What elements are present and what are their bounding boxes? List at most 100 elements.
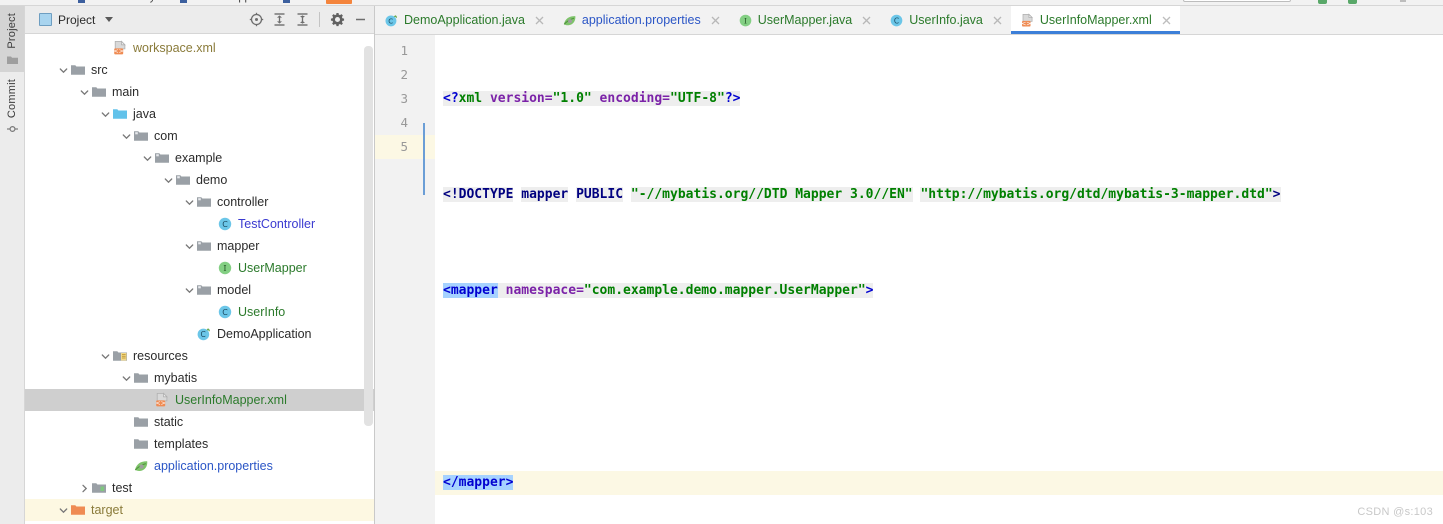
editor-tab-usermapper-java[interactable]: I UserMapper.java (729, 6, 881, 34)
editor-tab-label: UserInfoMapper.xml (1039, 13, 1152, 27)
folder-icon (133, 414, 149, 430)
tree-row-src[interactable]: src (25, 59, 374, 81)
breadcrumb[interactable]: demo src main resources mybatis UserInfo… (14, 0, 280, 3)
close-icon[interactable] (709, 14, 722, 27)
sidebar-item-project-label: Project (6, 13, 18, 49)
sidebar-item-project[interactable]: Project (0, 6, 24, 72)
editor-content[interactable]: 1 2 3 4 5 <?xml version="1.0" encoding="… (375, 35, 1443, 524)
tree-row-label: model (217, 283, 252, 297)
tree-row-resources[interactable]: resources (25, 345, 374, 367)
chevron-down-icon[interactable] (56, 499, 70, 521)
chevron-down-icon[interactable] (182, 235, 196, 257)
ide-window: demo src main resources mybatis UserInfo… (0, 0, 1443, 524)
project-panel-actions (246, 10, 370, 30)
java-interface-icon: I (217, 260, 233, 276)
tree-row-target[interactable]: target (25, 499, 374, 521)
token-version-attr: version= (482, 91, 553, 106)
chevron-down-icon[interactable] (182, 191, 196, 213)
gear-icon[interactable] (327, 10, 347, 30)
commit-icon (6, 123, 19, 135)
token-doctype-gt: > (1272, 187, 1281, 202)
chevron-right-icon[interactable] (77, 477, 91, 499)
locate-file-button[interactable] (246, 10, 266, 30)
xml-file-icon: <> (112, 40, 128, 56)
package-icon (175, 172, 191, 188)
tree-row-model[interactable]: model (25, 279, 374, 301)
tree-row-label: DemoApplication (217, 327, 312, 341)
chevron-down-icon[interactable] (161, 169, 175, 191)
chevron-down-icon[interactable] (56, 59, 70, 81)
editor-gutter[interactable]: 1 2 3 4 5 (375, 35, 435, 524)
sidebar-item-commit[interactable]: Commit (0, 72, 24, 141)
editor-tab-application-properties[interactable]: application.properties (553, 6, 729, 34)
close-icon[interactable] (860, 14, 873, 27)
tree-scrollbar-thumb[interactable] (364, 46, 373, 426)
tree-row-workspace-xml[interactable]: <> workspace.xml (25, 37, 374, 59)
expand-all-button[interactable] (269, 10, 289, 30)
debug-button[interactable] (1348, 0, 1357, 4)
breadcrumb-xml-icon (326, 0, 352, 4)
tree-row-usermapper[interactable]: I UserMapper (25, 257, 374, 279)
close-icon[interactable] (1160, 14, 1173, 27)
tree-row-mapper[interactable]: mapper (25, 235, 374, 257)
search-icon[interactable] (1400, 0, 1406, 2)
tree-row-controller[interactable]: controller (25, 191, 374, 213)
tree-row-com[interactable]: com (25, 125, 374, 147)
editor-tab-bar[interactable]: C DemoApplication.java application.propert… (375, 6, 1443, 35)
chevron-down-icon[interactable] (182, 279, 196, 301)
tree-no-arrow (98, 37, 112, 59)
tree-row-testcontroller[interactable]: C TestController (25, 213, 374, 235)
code-view[interactable]: <?xml version="1.0" encoding="UTF-8"?> <… (435, 35, 1443, 524)
collapse-all-button[interactable] (292, 10, 312, 30)
chevron-down-icon[interactable] (98, 103, 112, 125)
tree-row-mybatis[interactable]: mybatis (25, 367, 374, 389)
tree-row-userinfo[interactable]: C UserInfo (25, 301, 374, 323)
chevron-down-icon[interactable] (119, 367, 133, 389)
project-tree[interactable]: <> workspace.xml src main java com example demo… (25, 34, 374, 524)
chevron-down-icon[interactable] (140, 147, 154, 169)
tree-row-java[interactable]: java (25, 103, 374, 125)
project-view-selector[interactable]: Project (39, 13, 114, 27)
tree-row-example[interactable]: example (25, 147, 374, 169)
package-icon (196, 282, 212, 298)
tree-row-main[interactable]: main (25, 81, 374, 103)
tree-row-application-properties[interactable]: application.properties (25, 455, 374, 477)
spring-class-icon: C (384, 13, 399, 28)
line-number: 5 (375, 135, 435, 159)
token-doctype-sysid: "http://mybatis.org/dtd/mybatis-3-mapper… (920, 187, 1273, 202)
watermark: CSDN @s:103 (1357, 506, 1433, 518)
close-icon[interactable] (991, 14, 1004, 27)
sidebar-item-commit-label: Commit (6, 78, 18, 118)
token-namespace-attr: namespace= (497, 283, 584, 298)
chevron-down-icon[interactable] (105, 17, 114, 22)
run-configuration-selector[interactable] (1183, 0, 1291, 2)
close-icon[interactable] (533, 14, 546, 27)
tree-row-label: application.properties (154, 459, 273, 473)
java-class-icon: C (217, 216, 233, 232)
tree-row-demoapplication[interactable]: C DemoApplication (25, 323, 374, 345)
svg-text:<>: <> (156, 400, 166, 407)
editor-tab-userinfo-java[interactable]: C UserInfo.java (880, 6, 1011, 34)
chevron-down-icon[interactable] (98, 345, 112, 367)
editor-tab-demoapplication-java[interactable]: C DemoApplication.java (375, 6, 553, 34)
ide-body: Project Commit Project <> workspace.xml … (0, 6, 1443, 524)
vcs-change-marker[interactable] (423, 123, 425, 195)
run-button[interactable] (1318, 0, 1327, 4)
tree-row-templates[interactable]: templates (25, 433, 374, 455)
tree-scrollbar[interactable] (364, 46, 373, 516)
tree-row-test[interactable]: test (25, 477, 374, 499)
tree-row-static[interactable]: static (25, 411, 374, 433)
tree-row-demo[interactable]: demo (25, 169, 374, 191)
tree-row-userinfomapper-xml[interactable]: <> UserInfoMapper.xml (25, 389, 374, 411)
minus-icon[interactable] (350, 10, 370, 30)
java-interface-icon: I (738, 13, 753, 28)
chevron-down-icon[interactable] (77, 81, 91, 103)
editor-tab-userinfomapper-xml[interactable]: <> UserInfoMapper.xml (1010, 6, 1180, 34)
chevron-down-icon[interactable] (119, 125, 133, 147)
